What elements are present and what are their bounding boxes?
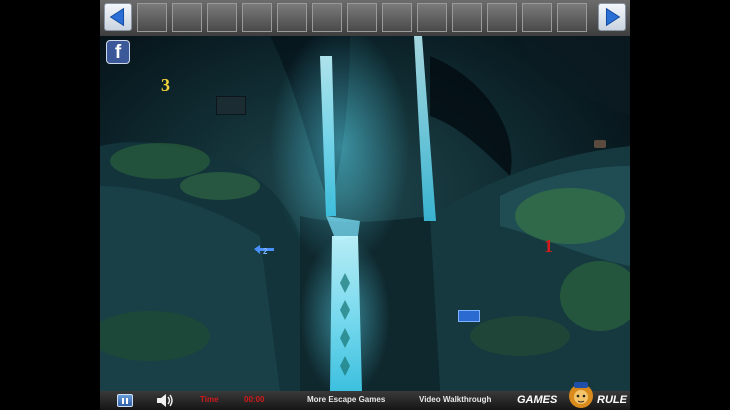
cave-waterfall-background xyxy=(100,36,630,391)
speaker-icon[interactable] xyxy=(155,392,175,409)
games-rule-logo[interactable]: GAMES RULE xyxy=(517,382,627,409)
pause-button[interactable] xyxy=(117,394,133,407)
clue-number-1: 1 xyxy=(544,236,553,256)
game-frame: f 3 1 2 Time 00:00 More Escape Games Vid… xyxy=(100,0,630,410)
hidden-box-hotspot[interactable] xyxy=(216,96,246,115)
nav-arrow-number: 2 xyxy=(263,247,268,256)
inventory-slot[interactable] xyxy=(347,3,377,32)
inventory-slot[interactable] xyxy=(522,3,552,32)
inventory-slot[interactable] xyxy=(557,3,587,32)
inventory-prev-button[interactable] xyxy=(104,3,132,31)
time-label: Time xyxy=(200,395,219,404)
inventory-bar xyxy=(100,0,630,37)
more-escape-games-link[interactable]: More Escape Games xyxy=(307,395,385,404)
inventory-slot[interactable] xyxy=(242,3,272,32)
pause-icon xyxy=(122,398,124,404)
inventory-slot[interactable] xyxy=(487,3,517,32)
inventory-slot[interactable] xyxy=(137,3,167,32)
blue-item-hotspot[interactable] xyxy=(458,310,480,322)
triangle-right-icon xyxy=(605,7,621,27)
inventory-next-button[interactable] xyxy=(598,3,626,31)
triangle-left-icon xyxy=(109,7,125,27)
inventory-slot[interactable] xyxy=(382,3,412,32)
stone-hotspot[interactable] xyxy=(594,140,606,148)
inventory-slot[interactable] xyxy=(417,3,447,32)
inventory-slot[interactable] xyxy=(312,3,342,32)
video-walkthrough-link[interactable]: Video Walkthrough xyxy=(419,395,491,404)
waterfall-scene[interactable]: f 3 1 2 xyxy=(100,36,630,391)
clue-number-3: 3 xyxy=(161,75,170,95)
bottom-bar: Time 00:00 More Escape Games Video Walkt… xyxy=(100,382,630,410)
logo-text-rule: RULE xyxy=(597,394,627,406)
pause-icon xyxy=(126,398,128,404)
lion-mascot-icon xyxy=(569,382,593,408)
inventory-slot[interactable] xyxy=(207,3,237,32)
logo-text-games: GAMES xyxy=(517,394,558,406)
inventory-slot[interactable] xyxy=(452,3,482,32)
inventory-slot[interactable] xyxy=(277,3,307,32)
facebook-button[interactable]: f xyxy=(106,40,130,64)
time-value: 00:00 xyxy=(244,395,265,404)
inventory-slot[interactable] xyxy=(172,3,202,32)
nav-back-arrow[interactable]: 2 xyxy=(254,242,276,258)
